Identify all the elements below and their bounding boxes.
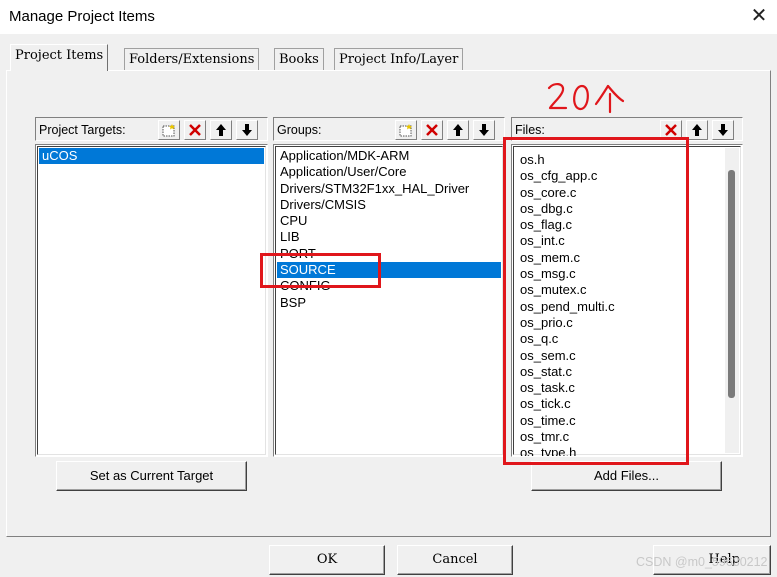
list-item-file[interactable]: os_stat.c: [517, 364, 724, 380]
list-item-file[interactable]: os_prio.c: [517, 315, 724, 331]
move-up-icon[interactable]: [686, 120, 708, 140]
tab-folders-extensions[interactable]: Folders/Extensions: [124, 48, 260, 70]
ok-button[interactable]: OK: [269, 545, 385, 575]
list-item-group[interactable]: Drivers/CMSIS: [277, 197, 501, 213]
move-down-icon[interactable]: [712, 120, 734, 140]
cancel-button[interactable]: Cancel: [397, 545, 513, 575]
list-item-file[interactable]: os_q.c: [517, 331, 724, 347]
move-up-icon[interactable]: [447, 120, 469, 140]
groups-header: Groups:: [273, 117, 505, 141]
move-down-icon[interactable]: [236, 120, 258, 140]
list-item-group[interactable]: Application/User/Core: [277, 164, 501, 180]
list-item-target[interactable]: uCOS: [39, 148, 264, 165]
list-item-file[interactable]: os_flag.c: [517, 217, 724, 233]
files-scrollbar[interactable]: [725, 148, 739, 453]
list-item-group[interactable]: BSP: [277, 295, 501, 311]
list-item-file[interactable]: os_dbg.c: [517, 201, 724, 217]
list-item-file[interactable]: os_core.c: [517, 185, 724, 201]
set-current-target-button[interactable]: Set as Current Target: [56, 461, 247, 491]
targets-header: Project Targets:: [35, 117, 268, 141]
groups-caption: Groups:: [277, 123, 322, 137]
targets-list[interactable]: uCOS: [35, 144, 268, 457]
tab-project-info-layer[interactable]: Project Info/Layer: [334, 48, 464, 70]
list-item-file[interactable]: os_mutex.c: [517, 282, 724, 298]
list-item-file[interactable]: os_time.c: [517, 413, 724, 429]
list-item-file[interactable]: os_sem.c: [517, 348, 724, 364]
groups-list[interactable]: Application/MDK-ARM Application/User/Cor…: [273, 144, 505, 457]
list-item-file[interactable]: os_cfg_app.c: [517, 168, 724, 184]
move-up-icon[interactable]: [210, 120, 232, 140]
new-icon[interactable]: [395, 120, 417, 140]
dialog-body: Project Items Folders/Extensions Books P…: [0, 34, 777, 577]
files-header: Files:: [511, 117, 743, 141]
list-item-file[interactable]: os_tmr.c: [517, 429, 724, 445]
list-item-group[interactable]: CPU: [277, 213, 501, 229]
title-bar: Manage Project Items ✕: [0, 0, 777, 34]
targets-caption: Project Targets:: [39, 123, 126, 137]
list-item-file[interactable]: os_pend_multi.c: [517, 299, 724, 315]
list-item-group[interactable]: PORT: [277, 246, 501, 262]
delete-icon[interactable]: [421, 120, 443, 140]
scrollbar-thumb[interactable]: [728, 170, 735, 398]
tab-books[interactable]: Books: [274, 48, 324, 70]
close-icon[interactable]: ✕: [748, 6, 770, 28]
list-item-file[interactable]: os_mem.c: [517, 250, 724, 266]
list-item-group-selected[interactable]: SOURCE: [277, 262, 501, 279]
list-item-group[interactable]: Drivers/STM32F1xx_HAL_Driver: [277, 181, 501, 197]
tab-project-items[interactable]: Project Items: [10, 44, 109, 71]
move-down-icon[interactable]: [473, 120, 495, 140]
list-item-file[interactable]: os_msg.c: [517, 266, 724, 282]
list-item-file[interactable]: os_task.c: [517, 380, 724, 396]
list-item-group[interactable]: CONFIG: [277, 278, 501, 294]
list-item-group[interactable]: Application/MDK-ARM: [277, 148, 501, 164]
files-list[interactable]: os.h os_cfg_app.c os_core.c os_dbg.c os_…: [511, 144, 743, 457]
list-item-file[interactable]: os_int.c: [517, 233, 724, 249]
window-title: Manage Project Items: [9, 8, 155, 25]
list-item-file[interactable]: os.h: [517, 152, 724, 168]
files-caption: Files:: [515, 123, 545, 137]
delete-icon[interactable]: [184, 120, 206, 140]
add-files-button[interactable]: Add Files...: [531, 461, 722, 491]
new-icon[interactable]: [158, 120, 180, 140]
list-item-group[interactable]: LIB: [277, 229, 501, 245]
delete-icon[interactable]: [660, 120, 682, 140]
watermark-text: CSDN @m0_59630212: [636, 555, 768, 569]
list-item-file[interactable]: os_tick.c: [517, 396, 724, 412]
list-item-file[interactable]: os_type.h: [517, 445, 724, 456]
